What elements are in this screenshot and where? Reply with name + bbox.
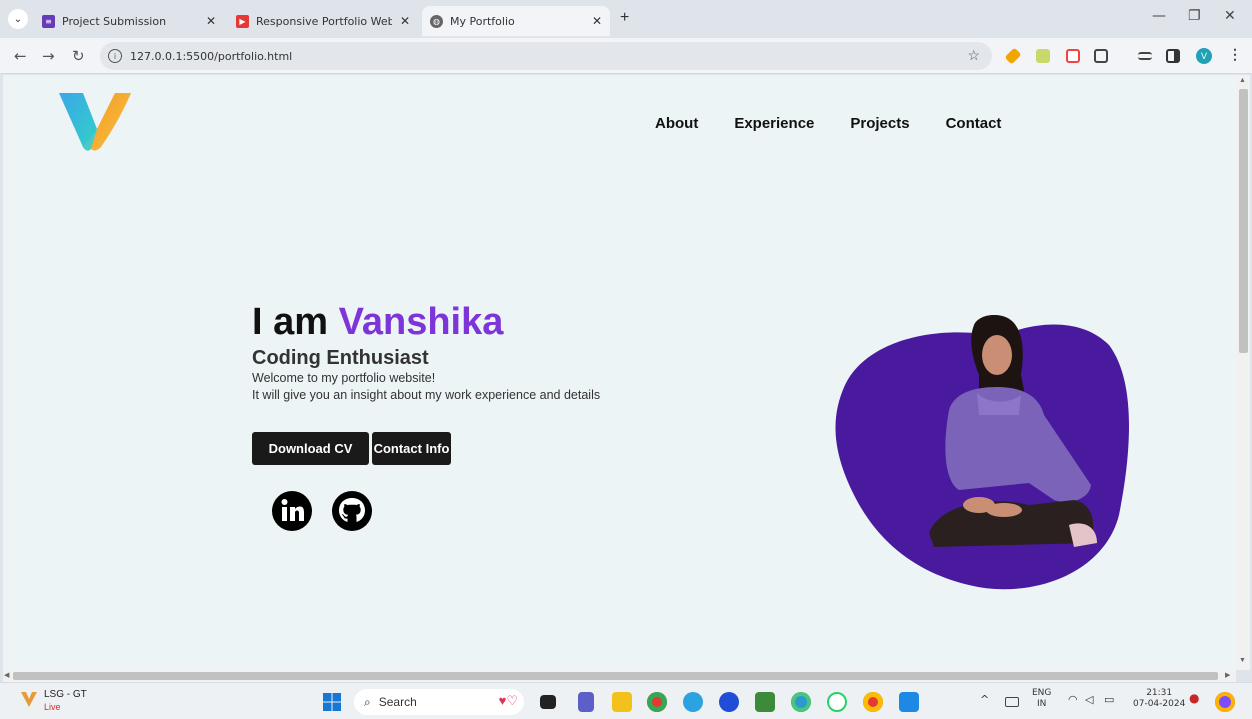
horizontal-scroll-thumb[interactable]	[13, 672, 1218, 680]
contact-info-button[interactable]: Contact Info	[372, 432, 451, 465]
search-placeholder: Search	[378, 695, 417, 709]
vertical-scrollbar[interactable]: ▲ ▼	[1236, 75, 1250, 670]
volume-icon[interactable]: ◁	[1085, 694, 1093, 705]
profile-avatar[interactable]: V	[1196, 48, 1212, 64]
hero-buttons: Download CV Contact Info	[252, 432, 451, 465]
keyboard-icon[interactable]	[1005, 697, 1019, 707]
tab-strip: ⌄ ≡ Project Submission ✕ ▶ Responsive Po…	[0, 0, 1252, 38]
forms-icon: ≡	[42, 14, 55, 28]
profile-photo-blob	[835, 315, 1129, 590]
close-icon[interactable]: ✕	[592, 14, 602, 28]
hero-line-2: It will give you an insight about my wor…	[252, 388, 601, 402]
horizontal-scrollbar[interactable]: ◀ ▶	[3, 670, 1236, 682]
tab-project-submission[interactable]: ≡ Project Submission ✕	[34, 6, 224, 36]
download-cv-button[interactable]: Download CV	[252, 432, 369, 465]
restore-icon[interactable]: ❐	[1188, 8, 1201, 24]
language-indicator[interactable]: ENG IN	[1032, 688, 1051, 710]
time-text: 21:31	[1146, 688, 1173, 698]
widget-title: LSG - GT	[44, 689, 87, 700]
cricket-widget-icon	[21, 692, 37, 707]
github-icon[interactable]	[331, 490, 373, 532]
url-text: 127.0.0.1:5500/portfolio.html	[130, 49, 293, 63]
reload-icon[interactable]: ↻	[72, 47, 85, 65]
pocket-extension-icon[interactable]	[1066, 49, 1080, 63]
menu-icon[interactable]: ⋮	[1228, 46, 1242, 63]
hero-subtitle: Coding Enthusiast	[252, 347, 429, 369]
widget-subtitle: Live	[44, 702, 61, 712]
nav-projects[interactable]: Projects	[850, 115, 909, 132]
zoom-icon[interactable]	[719, 692, 739, 712]
hero-name: Vanshika	[338, 301, 504, 343]
vertical-scroll-thumb[interactable]	[1239, 89, 1248, 353]
date-text: 07-04-2024	[1133, 699, 1186, 709]
whatsapp-icon[interactable]	[827, 692, 847, 712]
linkedin-icon[interactable]	[271, 490, 313, 532]
nav-contact[interactable]: Contact	[946, 115, 1002, 132]
close-icon[interactable]: ✕	[206, 14, 216, 28]
search-icon: ⌕	[364, 694, 371, 709]
close-icon[interactable]: ✕	[400, 14, 410, 28]
chrome-active-icon[interactable]	[863, 692, 883, 712]
windows-start-icon[interactable]	[322, 692, 342, 712]
file-explorer-icon[interactable]	[612, 692, 632, 712]
clock[interactable]: 21:31 07-04-2024	[1133, 688, 1185, 710]
hero-heading: I am Vanshika	[252, 303, 600, 341]
tab-title: Project Submission	[62, 14, 167, 28]
scroll-left-arrow-icon[interactable]: ◀	[4, 671, 9, 679]
hero-line-1: Welcome to my portfolio website!	[252, 371, 436, 385]
browser-toolbar: ← → ↻ i 127.0.0.1:5500/portfolio.html ☆ …	[0, 38, 1252, 74]
hero-section: I am Vanshika Coding Enthusiast Welcome …	[252, 303, 600, 404]
side-panel-icon[interactable]	[1166, 49, 1180, 63]
taskbar-search[interactable]: ⌕ Search ♥♡	[354, 689, 524, 715]
hero-greeting: I am	[252, 301, 339, 343]
language-region: IN	[1037, 699, 1047, 709]
telegram-icon[interactable]	[683, 692, 703, 712]
forward-icon[interactable]: →	[42, 47, 55, 65]
page-viewport: About Experience Projects Contact I am V…	[3, 75, 1236, 670]
browser-window: ⌄ ≡ Project Submission ✕ ▶ Responsive Po…	[0, 0, 1252, 719]
main-nav: About Experience Projects Contact	[655, 115, 1001, 132]
extensions-puzzle-icon[interactable]	[1094, 49, 1108, 63]
wifi-icon[interactable]: ◠	[1068, 694, 1078, 705]
youtube-icon: ▶	[236, 14, 249, 28]
globe-icon: ◍	[430, 14, 443, 28]
battery-icon[interactable]: ▭	[1104, 694, 1114, 705]
teams-icon[interactable]	[578, 692, 594, 712]
bookmark-star-icon[interactable]: ☆	[967, 47, 980, 64]
highlighter-extension-icon[interactable]	[1004, 47, 1022, 65]
new-tab-button[interactable]: +	[620, 9, 629, 27]
nav-experience[interactable]: Experience	[734, 115, 814, 132]
scroll-up-arrow-icon[interactable]: ▲	[1239, 77, 1246, 84]
weather-widget[interactable]: LSG - GT Live	[18, 687, 98, 715]
extension-icon[interactable]	[1036, 49, 1050, 63]
site-info-icon[interactable]: i	[108, 49, 122, 63]
language-code: ENG	[1032, 688, 1052, 698]
task-view-icon[interactable]	[540, 695, 556, 709]
scroll-right-arrow-icon[interactable]: ▶	[1225, 671, 1230, 679]
site-logo[interactable]	[57, 91, 133, 153]
nav-about[interactable]: About	[655, 115, 698, 132]
reading-list-icon[interactable]	[1138, 52, 1152, 60]
tab-title: Responsive Portfolio Website F	[256, 14, 392, 28]
vscode-icon[interactable]	[899, 692, 919, 712]
tab-youtube[interactable]: ▶ Responsive Portfolio Website F ✕	[228, 6, 418, 36]
address-bar[interactable]: i 127.0.0.1:5500/portfolio.html ☆	[100, 42, 992, 70]
notification-bell-icon[interactable]: ●	[1189, 692, 1199, 704]
close-window-icon[interactable]: ✕	[1224, 8, 1236, 24]
edge-icon[interactable]	[791, 692, 811, 712]
chrome-icon[interactable]	[647, 692, 667, 712]
tray-overflow-icon[interactable]: ^	[980, 694, 989, 705]
scroll-down-arrow-icon[interactable]: ▼	[1239, 657, 1246, 664]
tab-my-portfolio[interactable]: ◍ My Portfolio ✕	[422, 6, 610, 36]
tab-search-button[interactable]: ⌄	[8, 9, 28, 29]
tab-title: My Portfolio	[450, 14, 515, 28]
minimize-icon[interactable]: —	[1152, 8, 1166, 24]
taskbar: LSG - GT Live ⌕ Search ♥♡ ^ ENG IN ◠ ◁ ▭	[0, 682, 1252, 719]
search-highlight-icon: ♥♡	[498, 693, 518, 708]
copilot-icon[interactable]	[1215, 692, 1235, 712]
notepad-icon[interactable]	[755, 692, 775, 712]
back-icon[interactable]: ←	[14, 47, 27, 65]
